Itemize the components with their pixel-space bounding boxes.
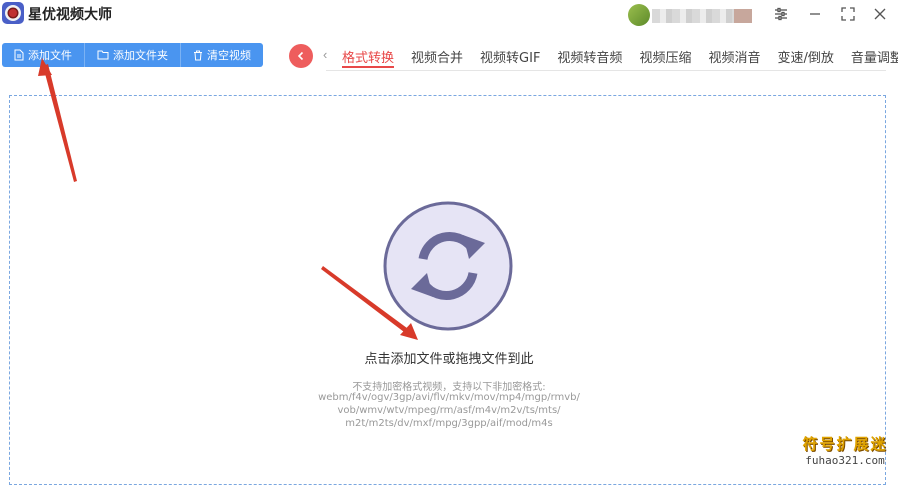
- tab-video-to-audio[interactable]: 视频转音频: [557, 47, 622, 68]
- user-name-blurred: [652, 9, 752, 23]
- tab-speed-reverse[interactable]: 变速/倒放: [777, 47, 833, 68]
- format-hint-line-4: m2t/m2ts/dv/mxf/mpg/3gpp/aif/mod/m4s: [345, 418, 553, 429]
- tab-format-convert[interactable]: 格式转换: [342, 47, 395, 68]
- avatar[interactable]: [628, 4, 650, 26]
- minimize-icon[interactable]: [805, 4, 825, 24]
- tabs-next-icon[interactable]: ›: [873, 47, 877, 62]
- title-bar: 星优视频大师: [0, 0, 898, 30]
- add-folder-button[interactable]: 添加文件夹: [85, 43, 181, 67]
- watermark-cn: 符号扩展迷: [802, 435, 888, 453]
- convert-icon[interactable]: [383, 201, 513, 331]
- tab-video-to-gif[interactable]: 视频转GIF: [480, 47, 540, 68]
- clear-videos-label: 清空视频: [207, 49, 251, 62]
- app-logo-icon: [2, 2, 24, 24]
- tab-video-merge[interactable]: 视频合并: [411, 47, 463, 68]
- drop-zone-title: 点击添加文件或拖拽文件到此: [364, 352, 534, 367]
- settings-icon[interactable]: [771, 4, 791, 24]
- add-folder-label: 添加文件夹: [113, 49, 168, 62]
- tab-video-compress[interactable]: 视频压缩: [639, 47, 691, 68]
- maximize-icon[interactable]: [838, 4, 858, 24]
- toolbar: 添加文件 添加文件夹 清空视频: [2, 43, 263, 67]
- folder-icon: [97, 50, 109, 60]
- add-file-label: 添加文件: [28, 49, 72, 62]
- tabs-divider: [326, 70, 886, 71]
- format-hint-line-2: webm/f4v/ogv/3gp/avi/flv/mkv/mov/mp4/mgp…: [318, 392, 580, 403]
- watermark-en: fuhao321.com: [805, 454, 885, 467]
- add-file-button[interactable]: 添加文件: [2, 43, 85, 67]
- tab-video-mute[interactable]: 视频消音: [708, 47, 760, 68]
- user-account[interactable]: [628, 4, 758, 26]
- feature-tabs: 格式转换 视频合并 视频转GIF 视频转音频 视频压缩 视频消音 变速/倒放 音…: [342, 47, 898, 68]
- watermark: 符号扩展迷 fuhao321.com: [795, 433, 895, 467]
- close-icon[interactable]: [870, 4, 890, 24]
- app-title: 星优视频大师: [28, 7, 112, 23]
- chevron-left-icon: [297, 51, 304, 61]
- collapse-sidebar-button[interactable]: [289, 44, 313, 68]
- format-hint-line-3: vob/wmv/wtv/mpeg/rm/asf/m4v/m2v/ts/mts/: [337, 405, 561, 416]
- format-hint-line-1: 不支持加密格式视频，支持以下非加密格式:: [352, 382, 546, 393]
- file-icon: [14, 49, 24, 61]
- trash-icon: [193, 50, 203, 61]
- tabs-prev-icon[interactable]: ‹: [323, 47, 327, 62]
- clear-videos-button[interactable]: 清空视频: [181, 43, 263, 67]
